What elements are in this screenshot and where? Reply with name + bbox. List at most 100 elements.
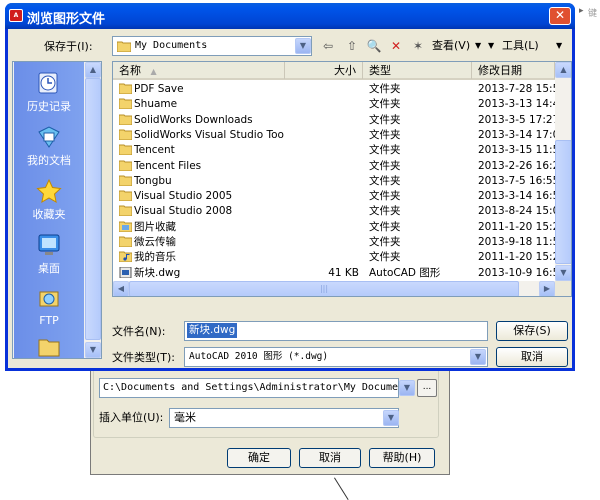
browse-button[interactable]: ... [417, 379, 437, 397]
chevron-up-icon[interactable]: ▲ [555, 62, 571, 78]
filetype-select[interactable]: AutoCAD 2010 图形 (*.dwg) [184, 347, 488, 367]
insert-unit-select[interactable]: 毫米 [169, 408, 399, 428]
file-type-cell: 文件夹 [369, 113, 401, 126]
file-name-cell: 微云传输 [119, 235, 284, 250]
place-more[interactable] [14, 334, 84, 358]
chevron-down-icon[interactable]: ▼ [556, 38, 562, 54]
filetype-label: 文件类型(T): [112, 351, 176, 364]
places-scrollbar[interactable]: ▲ ▼ [85, 62, 101, 358]
file-type-cell: 文件夹 [369, 159, 401, 172]
chevron-right-icon[interactable]: ▶ [539, 281, 555, 296]
table-row[interactable]: Tencent 文件夹 2013-3-15 11:55 [113, 143, 558, 158]
file-list-vscrollbar[interactable]: ▲ ▼ [555, 62, 571, 281]
file-date-cell: 2013-3-14 17:05 [478, 128, 558, 141]
table-row[interactable]: Visual Studio 2005 文件夹 2013-3-14 16:55 [113, 189, 558, 204]
chevron-up-icon[interactable]: ▲ [85, 62, 101, 78]
tools-menu[interactable]: 工具(L) [502, 38, 539, 54]
table-row[interactable]: SolidWorks Visual Studio Tools... 文件夹 2013… [113, 128, 558, 143]
scroll-corner [555, 281, 571, 296]
file-type-cell: 文件夹 [369, 98, 401, 111]
folder-icon [119, 83, 132, 94]
folder-icon [117, 41, 131, 52]
folder-icon [119, 129, 132, 140]
place-desktop[interactable]: 桌面 [14, 232, 84, 276]
chevron-right-icon: ▸ [579, 6, 584, 16]
file-name-cell: SolidWorks Downloads [119, 113, 284, 128]
table-row[interactable]: 图片收藏 文件夹 2011-1-20 15:25 [113, 220, 558, 235]
places-bar: 历史记录 我的文档 收藏夹 桌面 FTP ▲ ▼ [12, 61, 102, 359]
column-header-date[interactable]: 修改日期 [472, 62, 555, 79]
place-my-documents[interactable]: 我的文档 [14, 124, 84, 168]
file-type-cell: 文件夹 [369, 220, 401, 233]
file-type-cell: 文件夹 [369, 83, 401, 95]
column-header-size[interactable]: 大小 [285, 62, 363, 79]
file-date-cell: 2013-3-15 11:55 [478, 144, 558, 157]
cancel-button[interactable]: 取消 [496, 347, 568, 367]
table-row[interactable]: 新块.dwg 41 KB AutoCAD 图形 2013-10-9 16:53 [113, 266, 558, 281]
file-list-vscroll-thumb[interactable] [555, 140, 571, 264]
file-list-hscrollbar[interactable]: ◀ ||| ▶ [113, 281, 555, 296]
save-button[interactable]: 保存(S) [496, 321, 568, 341]
file-name-cell: Shuame [119, 97, 284, 112]
folder-icon [119, 98, 132, 110]
file-type-cell: 文件夹 [369, 144, 401, 157]
column-header-name[interactable]: 名称 ▲ [113, 62, 285, 79]
filename-input[interactable]: 新块.dwg [184, 321, 488, 341]
chevron-down-icon[interactable]: ▼ [555, 265, 571, 281]
new-folder-icon[interactable]: ✶ [410, 38, 426, 54]
file-list-hscroll-thumb[interactable]: ||| [129, 281, 519, 296]
file-date-cell: 2011-1-20 15:25 [478, 220, 558, 233]
places-scroll-thumb[interactable] [85, 78, 101, 340]
folder-icon [119, 114, 132, 125]
file-type-cell: 文件夹 [369, 205, 401, 218]
chevron-down-icon[interactable]: ▼ [399, 380, 415, 396]
chevron-down-icon[interactable]: ▼ [475, 38, 481, 54]
back-arrow-icon[interactable]: ⇦ [320, 38, 336, 54]
insert-block-dialog: C:\Documents and Settings\Administrator\… [90, 365, 450, 475]
bg-cancel-button[interactable]: 取消 [299, 448, 361, 468]
table-row[interactable]: PDF Save 文件夹 2013-7-28 15:50 [113, 82, 558, 97]
path-combo[interactable]: C:\Documents and Settings\Administrator\… [99, 378, 399, 398]
save-in-combo[interactable]: My Documents ▼ [112, 36, 312, 56]
folder-icon [119, 144, 132, 156]
place-history[interactable]: 历史记录 [14, 70, 84, 114]
file-name-cell: Tencent [119, 143, 284, 158]
folder-icon [119, 175, 132, 186]
desktop-icon [38, 234, 60, 255]
chevron-down-icon[interactable]: ▼ [470, 349, 486, 365]
place-ftp[interactable]: FTP [14, 286, 84, 327]
title-bar[interactable]: A 浏览图形文件 ✕ [5, 3, 575, 29]
table-row[interactable]: Tencent Files 文件夹 2013-2-26 16:29 [113, 159, 558, 174]
chevron-down-icon[interactable]: ▼ [383, 410, 399, 426]
search-web-icon[interactable]: 🔍 [366, 38, 382, 54]
autocad-app-icon: A [9, 9, 23, 22]
up-folder-icon[interactable]: ⇧ [344, 38, 360, 54]
chevron-down-icon[interactable]: ▼ [295, 38, 311, 54]
delete-icon[interactable]: ✕ [388, 38, 404, 54]
table-row[interactable]: 我的音乐 文件夹 2011-1-20 15:25 [113, 250, 558, 265]
table-row[interactable]: Shuame 文件夹 2013-3-13 14:40 [113, 97, 558, 112]
chevron-down-icon[interactable]: ▼ [85, 342, 101, 358]
folder-icon [119, 160, 132, 171]
chevron-down-icon[interactable]: ▼ [488, 38, 494, 54]
table-row[interactable]: SolidWorks Downloads 文件夹 2013-3-5 17:27 [113, 113, 558, 128]
file-name-cell: 新块.dwg [119, 266, 284, 281]
file-name-cell: Visual Studio 2008 [119, 204, 284, 219]
folder-icon [119, 236, 132, 247]
chevron-left-icon[interactable]: ◀ [113, 281, 129, 296]
column-header-type[interactable]: 类型 [363, 62, 472, 79]
path-row: C:\Documents and Settings\Administrator\… [99, 378, 437, 398]
file-size-cell: 41 KB [328, 266, 359, 279]
file-type-cell: 文件夹 [369, 236, 401, 248]
file-date-cell: 2013-7-5 16:55 [478, 174, 558, 187]
file-type-cell: 文件夹 [369, 128, 401, 141]
close-button[interactable]: ✕ [549, 7, 571, 25]
table-row[interactable]: Visual Studio 2008 文件夹 2013-8-24 15:03 [113, 204, 558, 219]
place-favorites[interactable]: 收藏夹 [14, 178, 84, 222]
save-in-value: My Documents [135, 40, 208, 51]
table-row[interactable]: Tongbu 文件夹 2013-7-5 16:55 [113, 174, 558, 189]
help-button[interactable]: 帮助(H) [369, 448, 435, 468]
ok-button[interactable]: 确定 [227, 448, 291, 468]
table-row[interactable]: 微云传输 文件夹 2013-9-18 11:54 [113, 235, 558, 250]
view-menu[interactable]: 查看(V) [432, 38, 470, 54]
